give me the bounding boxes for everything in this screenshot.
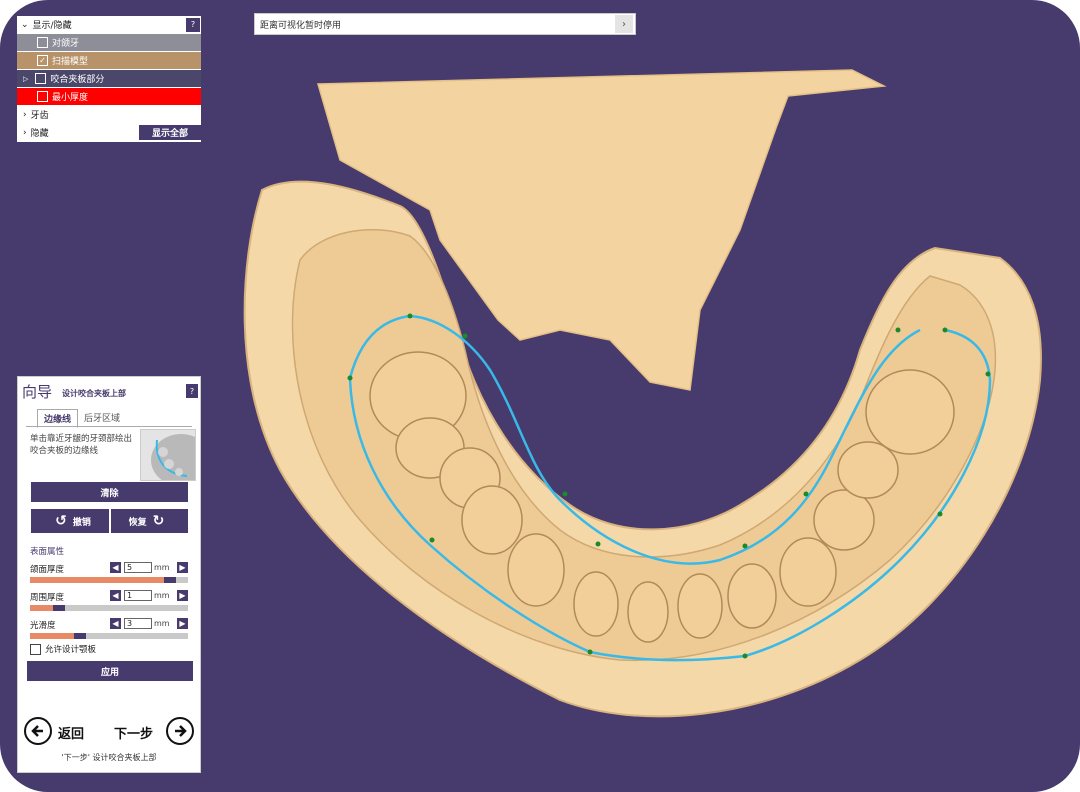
decrement-icon[interactable]: ◀ bbox=[110, 590, 121, 601]
param-label: 光滑度 bbox=[30, 621, 56, 631]
wizard-title: 向导 bbox=[22, 382, 53, 401]
undo-label: 撤销 bbox=[72, 517, 91, 528]
wizard-subtitle: 设计咬合夹板上部 bbox=[62, 388, 127, 398]
layer-scan-model[interactable]: ✓ 扫描模型 bbox=[17, 52, 201, 70]
param-input[interactable]: 3 bbox=[124, 618, 152, 629]
param-smoothness: 光滑度 ◀ 3 mm ▶ bbox=[30, 617, 190, 645]
increment-icon[interactable]: ▶ bbox=[177, 562, 188, 573]
undo-button[interactable]: ↺ 撤销 bbox=[31, 509, 109, 533]
antagonist-checkbox[interactable] bbox=[37, 37, 48, 48]
next-arrow-icon[interactable] bbox=[166, 717, 194, 745]
param-slider[interactable] bbox=[30, 577, 188, 583]
occlusal-checkbox[interactable] bbox=[35, 73, 47, 84]
help-icon[interactable]: ? bbox=[186, 384, 198, 398]
layer-occlusal-splint[interactable]: ▷ 咬合夹板部分 bbox=[17, 70, 201, 88]
wizard-navigation: 返回 下一步 bbox=[24, 715, 196, 749]
apply-label: 应用 bbox=[100, 667, 119, 678]
instruction-text: 单击靠近牙龈的牙颈部绘出咬合夹板的边缘线 bbox=[30, 434, 133, 456]
wizard-panel: 向导 设计咬合夹板上部 ? 边缘线 后牙区域 单击靠近牙龈的牙颈部绘出咬合夹板的… bbox=[17, 376, 201, 773]
param-slider[interactable] bbox=[30, 633, 188, 639]
show-all-button[interactable]: 显示全部 bbox=[139, 125, 201, 140]
param-occlusal-thickness: 颌面厚度 ◀ 5 mm ▶ bbox=[30, 561, 190, 589]
next-button[interactable]: 下一步 bbox=[114, 723, 153, 742]
hidden-label: 隐藏 bbox=[30, 129, 49, 139]
teeth-group-row[interactable]: › 牙齿 bbox=[17, 106, 201, 124]
layer-min-label: 最小厚度 bbox=[52, 93, 89, 103]
clear-label: 清除 bbox=[100, 488, 119, 499]
clear-button[interactable]: 清除 bbox=[31, 482, 188, 502]
min-thickness-checkbox[interactable] bbox=[37, 91, 48, 102]
layer-antagonist[interactable]: 对颌牙 bbox=[17, 34, 201, 52]
layer-scan-label: 扫描模型 bbox=[52, 57, 89, 67]
redo-icon: ↻ bbox=[152, 513, 165, 529]
back-button[interactable]: 返回 bbox=[58, 723, 84, 742]
allow-palate-label: 允许设计颚板 bbox=[45, 645, 97, 655]
layer-min-thickness[interactable]: 最小厚度 bbox=[17, 88, 201, 106]
help-icon[interactable]: ? bbox=[186, 17, 200, 32]
chevron-down-icon: ⌄ bbox=[21, 19, 29, 30]
apply-button[interactable]: 应用 bbox=[27, 661, 193, 681]
param-peripheral-thickness: 周围厚度 ◀ 1 mm ▶ bbox=[30, 589, 190, 617]
distance-info-bar: 距离可视化暂时停用 › bbox=[254, 13, 636, 35]
back-arrow-icon[interactable] bbox=[24, 717, 52, 745]
chevron-right-icon[interactable]: › bbox=[615, 15, 633, 33]
param-unit: mm bbox=[154, 563, 170, 572]
layers-panel: ⌄ 显示/隐藏 ? 对颌牙 ✓ 扫描模型 ▷ 咬合夹板部分 最小厚度 › 牙齿 … bbox=[17, 16, 201, 142]
redo-button[interactable]: 恢复 ↻ bbox=[111, 509, 188, 533]
redo-label: 恢复 bbox=[128, 517, 147, 528]
decrement-icon[interactable]: ◀ bbox=[110, 618, 121, 629]
allow-palate-option[interactable]: 允许设计颚板 bbox=[30, 643, 96, 655]
chevron-right-icon: › bbox=[23, 127, 27, 138]
param-input[interactable]: 1 bbox=[124, 590, 152, 601]
tab-divider bbox=[26, 426, 192, 427]
allow-palate-checkbox[interactable] bbox=[30, 643, 41, 655]
param-unit: mm bbox=[154, 619, 170, 628]
param-label: 颌面厚度 bbox=[30, 565, 65, 575]
scan-model-checkbox[interactable]: ✓ bbox=[37, 55, 48, 66]
param-slider[interactable] bbox=[30, 605, 188, 611]
chevron-right-icon: › bbox=[23, 109, 27, 120]
instruction-thumbnail bbox=[140, 429, 196, 481]
param-input[interactable]: 5 bbox=[124, 562, 152, 573]
expand-triangle-icon[interactable]: ▷ bbox=[23, 75, 28, 83]
next-step-hint: '下一步' 设计咬合夹板上部 bbox=[61, 753, 157, 762]
undo-icon: ↺ bbox=[55, 513, 67, 529]
decrement-icon[interactable]: ◀ bbox=[110, 562, 121, 573]
layer-occlusal-label: 咬合夹板部分 bbox=[50, 75, 105, 85]
increment-icon[interactable]: ▶ bbox=[177, 618, 188, 629]
teeth-label: 牙齿 bbox=[30, 111, 49, 121]
layers-header[interactable]: ⌄ 显示/隐藏 ? bbox=[17, 16, 201, 34]
param-unit: mm bbox=[154, 591, 170, 600]
layers-header-label: 显示/隐藏 bbox=[32, 21, 72, 31]
increment-icon[interactable]: ▶ bbox=[177, 590, 188, 601]
param-label: 周围厚度 bbox=[30, 593, 65, 603]
surface-properties-heading: 表面属性 bbox=[30, 547, 65, 557]
distance-info-text: 距离可视化暂时停用 bbox=[260, 20, 342, 31]
layer-antagonist-label: 对颌牙 bbox=[52, 39, 80, 49]
hidden-group-row[interactable]: › 隐藏 显示全部 bbox=[17, 124, 201, 142]
